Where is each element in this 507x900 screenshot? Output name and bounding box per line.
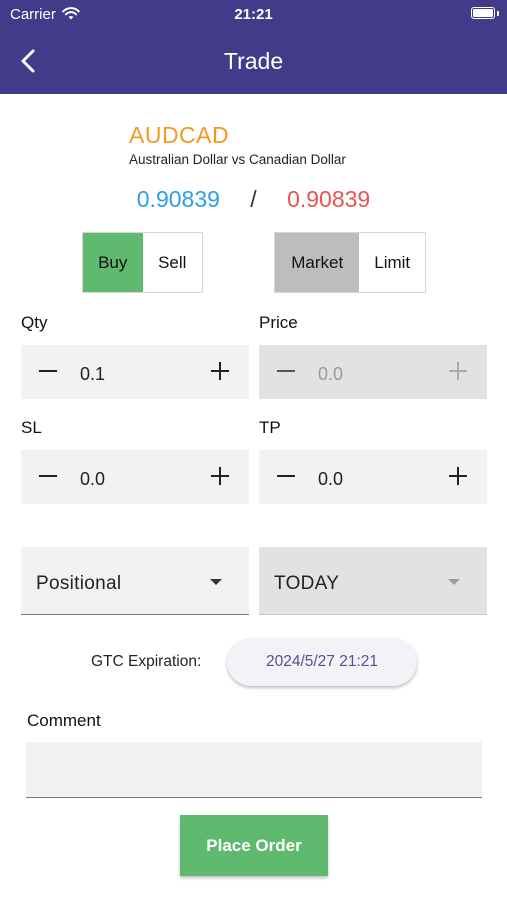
sell-button[interactable]: Sell (143, 233, 203, 292)
gtc-expiration-picker[interactable]: 2024/5/27 21:21 (227, 638, 417, 686)
buy-button[interactable]: Buy (83, 233, 143, 292)
qty-minus-icon[interactable] (39, 370, 57, 372)
tp-minus-icon[interactable] (277, 475, 295, 477)
price-value: 0.0 (318, 364, 344, 384)
page-title: Trade (223, 48, 284, 74)
price-plus-icon-vertical (457, 362, 459, 380)
gtc-expiration-label: GTC Expiration: (91, 653, 202, 670)
price-minus-icon (277, 370, 295, 372)
battery-tip (497, 11, 499, 16)
tp-stepper: 0.0 (259, 450, 487, 504)
nav-bar: Trade (0, 30, 507, 94)
status-time: 21:21 (234, 6, 273, 23)
price-quote: 0.90839 / 0.90839 (0, 186, 507, 213)
limit-button[interactable]: Limit (359, 233, 425, 292)
price-label: Price (259, 313, 298, 332)
tp-plus-icon-vertical[interactable] (457, 467, 459, 485)
position-type-select[interactable]: Positional (21, 547, 249, 615)
side-toggle: Buy Sell (82, 232, 203, 293)
sl-value[interactable]: 0.0 (80, 469, 105, 490)
validity-value: TODAY (274, 573, 340, 594)
sl-label: SL (21, 418, 42, 437)
qty-label: Qty (21, 313, 48, 332)
comment-input[interactable] (26, 742, 482, 798)
battery-icon (471, 7, 495, 19)
qty-stepper: 0.1 (21, 345, 249, 399)
ask-price: 0.90839 (287, 186, 371, 212)
sl-stepper: 0.0 (21, 450, 249, 504)
order-type-toggle: Market Limit (274, 232, 426, 293)
qty-plus-icon-vertical[interactable] (219, 362, 221, 380)
tp-label: TP (259, 418, 281, 437)
status-bar: Carrier 21:21 (0, 0, 507, 30)
caret-down-icon (448, 579, 460, 585)
comment-label: Comment (27, 711, 101, 730)
validity-select: TODAY (259, 547, 487, 615)
sl-minus-icon[interactable] (39, 475, 57, 477)
price-separator: / (250, 186, 257, 212)
position-type-value: Positional (36, 573, 122, 594)
market-button[interactable]: Market (275, 233, 360, 292)
instrument-symbol: AUDCAD (129, 122, 230, 148)
tp-value[interactable]: 0.0 (318, 469, 343, 490)
bid-price: 0.90839 (136, 186, 220, 212)
place-order-button[interactable]: Place Order (180, 815, 328, 876)
price-stepper: 0.0 (259, 345, 487, 399)
qty-value[interactable]: 0.1 (80, 364, 105, 385)
instrument-description: Australian Dollar vs Canadian Dollar (129, 152, 346, 167)
caret-down-icon (210, 579, 222, 585)
sl-plus-icon-vertical[interactable] (219, 467, 221, 485)
